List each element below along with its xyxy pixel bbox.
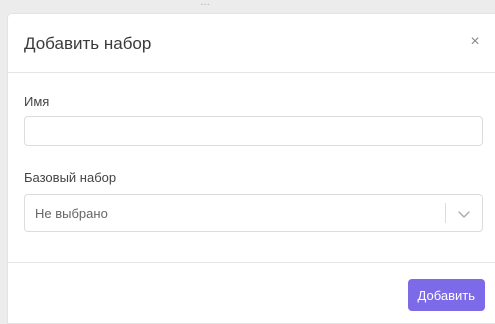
add-button[interactable]: Добавить [407, 279, 485, 311]
dialog-title: Добавить набор [24, 34, 152, 53]
base-set-selected-value: Не выбрано [35, 206, 108, 221]
select-divider [445, 203, 446, 223]
close-icon[interactable]: × [465, 32, 485, 52]
backdrop-text: ... [200, 0, 211, 8]
chevron-down-icon[interactable] [456, 206, 472, 222]
dialog-footer: Добавить [8, 262, 495, 324]
base-set-select[interactable]: Не выбрано [24, 194, 483, 232]
dialog-header: Добавить набор × [8, 14, 495, 73]
name-input[interactable] [24, 116, 483, 146]
add-set-dialog: Добавить набор × Имя Базовый набор Не вы… [8, 14, 495, 323]
name-label: Имя [24, 94, 50, 109]
base-set-label: Базовый набор [24, 170, 117, 185]
